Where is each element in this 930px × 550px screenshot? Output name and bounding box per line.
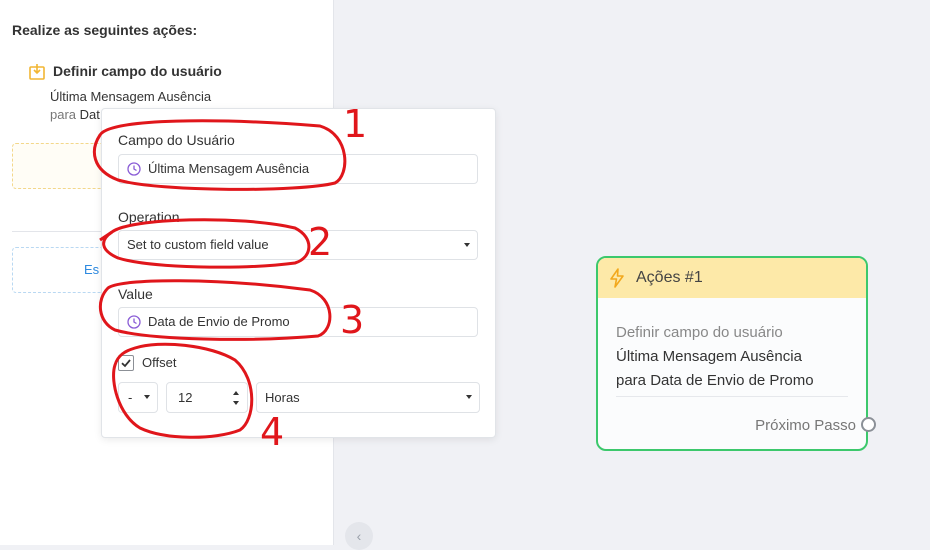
chevron-left-icon: ‹ bbox=[356, 528, 362, 544]
node-target: para Data de Envio de Promo bbox=[616, 372, 814, 389]
offset-sign-select[interactable]: - bbox=[118, 382, 158, 413]
offset-checkbox[interactable] bbox=[118, 355, 134, 371]
annotation-number-3: 3 bbox=[340, 298, 365, 342]
offset-label: Offset bbox=[142, 355, 177, 370]
node-body: Definir campo do usuário Última Mensagem… bbox=[616, 321, 814, 393]
offset-unit-value: Horas bbox=[265, 390, 300, 405]
operation-label: Operation bbox=[118, 209, 180, 225]
node-header: Ações #1 bbox=[598, 258, 866, 298]
operation-value: Set to custom field value bbox=[127, 237, 269, 252]
operation-select[interactable]: Set to custom field value bbox=[118, 230, 478, 260]
next-step-connector[interactable] bbox=[861, 417, 876, 432]
next-step-label: Próximo Passo bbox=[755, 417, 856, 434]
stepper-up-icon[interactable] bbox=[233, 391, 239, 395]
add-action-dropzone[interactable] bbox=[12, 143, 114, 189]
node-action-type: Definir campo do usuário bbox=[616, 324, 783, 341]
actions-heading: Realize as seguintes ações: bbox=[12, 22, 198, 38]
offset-amount-stepper[interactable]: 12 bbox=[166, 382, 248, 413]
offset-sign-value: - bbox=[128, 390, 133, 405]
node-title: Ações #1 bbox=[636, 269, 703, 286]
annotation-number-4: 4 bbox=[260, 410, 285, 454]
annotation-number-1: 1 bbox=[343, 102, 368, 146]
value-select[interactable]: Data de Envio de Promo bbox=[118, 307, 478, 337]
clock-icon bbox=[127, 315, 141, 329]
choose-next-step-label: Es bbox=[84, 262, 100, 277]
clock-icon bbox=[127, 162, 141, 176]
choose-next-step-box[interactable]: Es bbox=[12, 247, 114, 293]
action-field-name: Última Mensagem Ausência bbox=[50, 89, 212, 104]
actions-node-card[interactable]: Ações #1 Definir campo do usuário Última… bbox=[596, 256, 868, 451]
annotation-number-2: 2 bbox=[308, 220, 333, 264]
user-field-select[interactable]: Última Mensagem Ausência bbox=[118, 154, 478, 184]
action-target-value: Dat bbox=[79, 107, 100, 122]
offset-amount-value: 12 bbox=[178, 390, 193, 405]
chevron-down-icon bbox=[466, 395, 472, 399]
checkmark-icon bbox=[121, 359, 131, 368]
sidebar-divider bbox=[12, 231, 112, 232]
user-field-value: Última Mensagem Ausência bbox=[148, 161, 310, 176]
offset-unit-select[interactable]: Horas bbox=[256, 382, 480, 413]
node-field-name: Última Mensagem Ausência bbox=[616, 348, 802, 365]
stepper-down-icon[interactable] bbox=[233, 401, 239, 405]
lightning-icon bbox=[610, 268, 624, 288]
action-target-prefix: para bbox=[50, 107, 77, 122]
value-value: Data de Envio de Promo bbox=[148, 314, 290, 329]
chevron-down-icon bbox=[144, 395, 150, 399]
field-editor-popup: Campo do Usuário Última Mensagem Ausênci… bbox=[101, 108, 496, 438]
collapse-sidebar-button[interactable]: ‹ bbox=[345, 522, 373, 550]
user-field-label: Campo do Usuário bbox=[118, 132, 235, 148]
set-field-icon bbox=[29, 64, 45, 80]
chevron-down-icon bbox=[464, 243, 470, 247]
value-label: Value bbox=[118, 286, 153, 302]
node-divider bbox=[616, 396, 848, 397]
action-title[interactable]: Definir campo do usuário bbox=[53, 63, 222, 79]
